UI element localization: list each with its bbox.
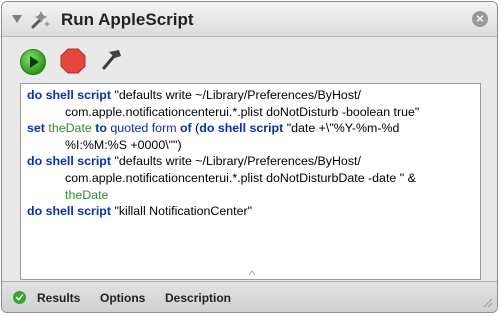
keyword: set xyxy=(27,121,45,136)
script-line: theDate xyxy=(27,187,474,204)
string-literal: "defaults write ~/Library/Preferences/By… xyxy=(111,88,361,102)
action-title-bar: Run AppleScript × xyxy=(2,2,497,37)
keyword: do shell script xyxy=(27,88,111,102)
script-line: set theDate to quoted form of (do shell … xyxy=(27,120,474,137)
variable: theDate xyxy=(65,187,109,202)
variable: theDate xyxy=(48,121,92,136)
string-literal: com.apple.notificationcenterui.*.plist d… xyxy=(65,104,420,119)
applescript-icon xyxy=(31,11,50,29)
string-literal: %I:%M:%S +0000\"") xyxy=(65,137,182,152)
run-button[interactable] xyxy=(20,49,46,75)
script-line: do shell script "killall NotificationCen… xyxy=(27,203,474,220)
editor-resize-handle[interactable] xyxy=(247,269,257,277)
checkmark-icon xyxy=(13,291,26,304)
keyword: to xyxy=(95,121,107,136)
string-literal: com.apple.notificationcenterui.*.plist d… xyxy=(65,170,416,185)
tab-description[interactable]: Description xyxy=(165,291,231,305)
string-literal: "date +\"%Y-%m-%d xyxy=(283,121,400,136)
keyword: do shell script xyxy=(27,204,111,219)
compile-button[interactable] xyxy=(95,46,125,76)
string-literal: "defaults write ~/Library/Preferences/By… xyxy=(111,154,361,169)
run-applescript-window: Run AppleScript × do shell script "defau… xyxy=(1,1,498,313)
script-line: %I:%M:%S +0000\"") xyxy=(27,137,474,154)
script-line: do shell script "defaults write ~/Librar… xyxy=(27,87,474,104)
string-literal: "killall NotificationCenter" xyxy=(111,204,253,219)
keyword: of xyxy=(179,121,192,136)
script-line: com.apple.notificationcenterui.*.plist d… xyxy=(27,104,474,121)
keyword: do shell script xyxy=(199,121,284,136)
close-icon[interactable]: × xyxy=(472,11,488,27)
script-editor[interactable]: do shell script "defaults write ~/Librar… xyxy=(20,83,481,280)
tab-results[interactable]: Results xyxy=(37,291,80,305)
script-line: com.apple.notificationcenterui.*.plist d… xyxy=(27,170,474,187)
hammer-icon xyxy=(102,50,121,70)
command: quoted form xyxy=(110,121,177,136)
window-title: Run AppleScript xyxy=(61,10,194,29)
disclosure-triangle-icon[interactable] xyxy=(12,15,22,23)
tab-options[interactable]: Options xyxy=(100,291,145,305)
resize-grip-icon[interactable] xyxy=(481,296,493,308)
script-line: do shell script "defaults write ~/Librar… xyxy=(27,153,474,170)
action-footer: Results Options Description xyxy=(2,281,497,312)
keyword: do shell script xyxy=(27,154,111,169)
stop-button[interactable] xyxy=(60,48,86,74)
